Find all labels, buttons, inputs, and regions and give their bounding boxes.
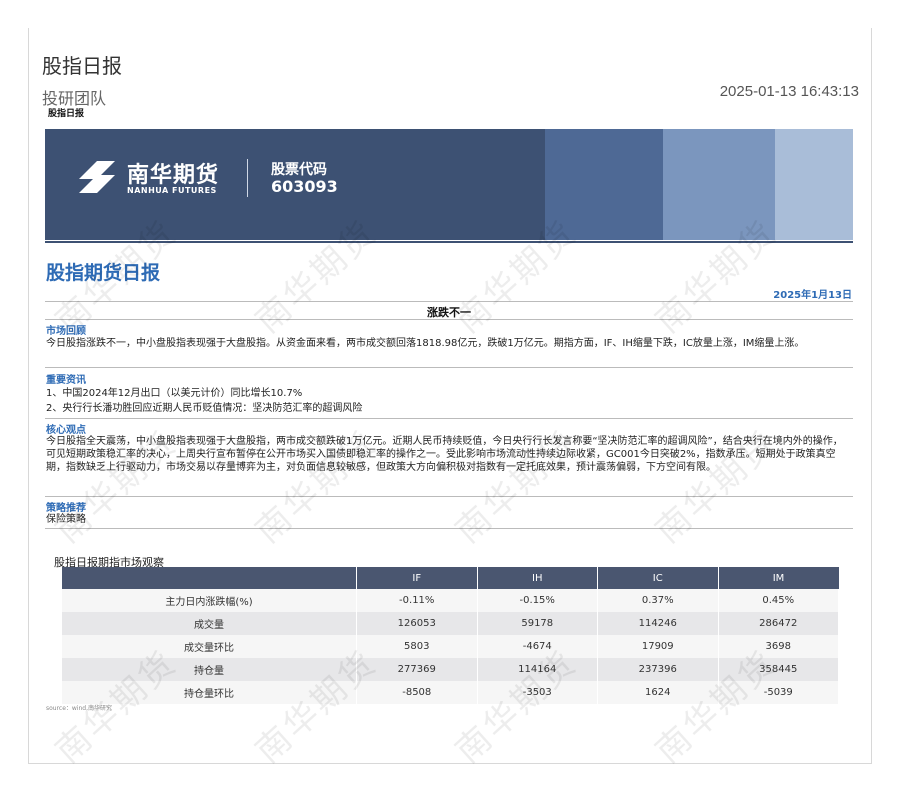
divider xyxy=(45,418,853,419)
news-item-1: 1、中国2024年12月出口（以美元计价）同比增长10.7% xyxy=(46,388,303,399)
table-cell: 358445 xyxy=(718,658,839,681)
headline: 涨跌不一 xyxy=(427,306,471,319)
section-text-view: 今日股指全天震荡，中小盘股指表现强于大盘股指，两市成交额跌破1万亿元。近期人民币… xyxy=(46,436,843,473)
table-row: 成交量环比 5803 -4674 17909 3698 xyxy=(62,635,839,658)
table-cell: 17909 xyxy=(597,635,719,658)
table-cell: -5039 xyxy=(718,681,839,704)
table-cell: 277369 xyxy=(356,658,478,681)
timestamp: 2025-01-13 16:43:13 xyxy=(719,83,859,100)
report-date: 2025年1月13日 xyxy=(773,290,852,301)
row-label: 成交量环比 xyxy=(62,635,357,658)
banner-divider xyxy=(247,159,248,197)
table-cell: 1624 xyxy=(597,681,719,704)
banner-block-1 xyxy=(545,129,663,240)
table-cell: -4674 xyxy=(477,635,598,658)
market-table: IF IH IC IM 主力日内涨跌幅(%) -0.11% -0.15% 0.3… xyxy=(62,567,839,704)
table-row: 持仓量 277369 114164 237396 358445 xyxy=(62,658,839,681)
divider xyxy=(45,496,853,497)
section-title-news: 重要资讯 xyxy=(46,375,86,386)
table-cell: 114246 xyxy=(597,612,719,635)
table-cell: -3503 xyxy=(477,681,598,704)
table-header: IF xyxy=(356,567,478,589)
company-name-en: NANHUA FUTURES xyxy=(127,186,217,195)
company-name-cn: 南华期货 xyxy=(127,163,220,188)
banner-block-3 xyxy=(775,129,853,240)
table-cell: -0.15% xyxy=(477,589,598,612)
divider xyxy=(45,367,853,368)
table-cell: -0.11% xyxy=(356,589,478,612)
banner-rule xyxy=(45,241,853,243)
source-note: source：wind,南华研究 xyxy=(46,705,113,712)
divider xyxy=(45,319,853,320)
section-title-review: 市场回顾 xyxy=(46,326,86,337)
table-header: IM xyxy=(718,567,839,589)
row-label: 主力日内涨跌幅(%) xyxy=(62,589,357,612)
table-header: IH xyxy=(477,567,598,589)
section-title-view: 核心观点 xyxy=(46,425,86,436)
divider xyxy=(45,528,853,529)
nanhua-logo-icon xyxy=(79,161,115,193)
table-cell: 0.37% xyxy=(597,589,719,612)
table-cell: 286472 xyxy=(718,612,839,635)
table-cell: 126053 xyxy=(356,612,478,635)
stock-code-label: 股票代码 xyxy=(271,162,327,178)
row-label: 持仓量 xyxy=(62,658,357,681)
doc-sub-label: 股指日报 xyxy=(48,109,85,119)
table-header-row: IF IH IC IM xyxy=(62,567,839,589)
table-cell: 3698 xyxy=(718,635,839,658)
table-row: 主力日内涨跌幅(%) -0.11% -0.15% 0.37% 0.45% xyxy=(62,589,839,612)
divider xyxy=(45,301,853,302)
table-header xyxy=(62,567,357,589)
row-label: 成交量 xyxy=(62,612,357,635)
table-cell: 114164 xyxy=(477,658,598,681)
table-cell: 59178 xyxy=(477,612,598,635)
doc-title: 股指日报 xyxy=(42,54,122,78)
table-cell: -8508 xyxy=(356,681,478,704)
table-row: 持仓量环比 -8508 -3503 1624 -5039 xyxy=(62,681,839,704)
report-title: 股指期货日报 xyxy=(46,262,161,284)
section-title-strategy: 策略推荐 xyxy=(46,503,86,514)
row-label: 持仓量环比 xyxy=(62,681,357,704)
section-text-strategy: 保险策略 xyxy=(46,514,86,525)
news-item-2: 2、央行行长潘功胜回应近期人民币贬值情况：坚决防范汇率的超调风险 xyxy=(46,403,363,414)
company-banner: 南华期货 NANHUA FUTURES 股票代码 603093 xyxy=(45,129,853,240)
section-text-review: 今日股指涨跌不一，中小盘股指表现强于大盘股指。从资金面来看，两市成交额回落181… xyxy=(46,338,805,349)
table-cell: 237396 xyxy=(597,658,719,681)
stock-code: 603093 xyxy=(271,177,338,196)
table-cell: 5803 xyxy=(356,635,478,658)
table-header: IC xyxy=(597,567,719,589)
table-cell: 0.45% xyxy=(718,589,839,612)
table-row: 成交量 126053 59178 114246 286472 xyxy=(62,612,839,635)
banner-block-2 xyxy=(663,129,775,240)
